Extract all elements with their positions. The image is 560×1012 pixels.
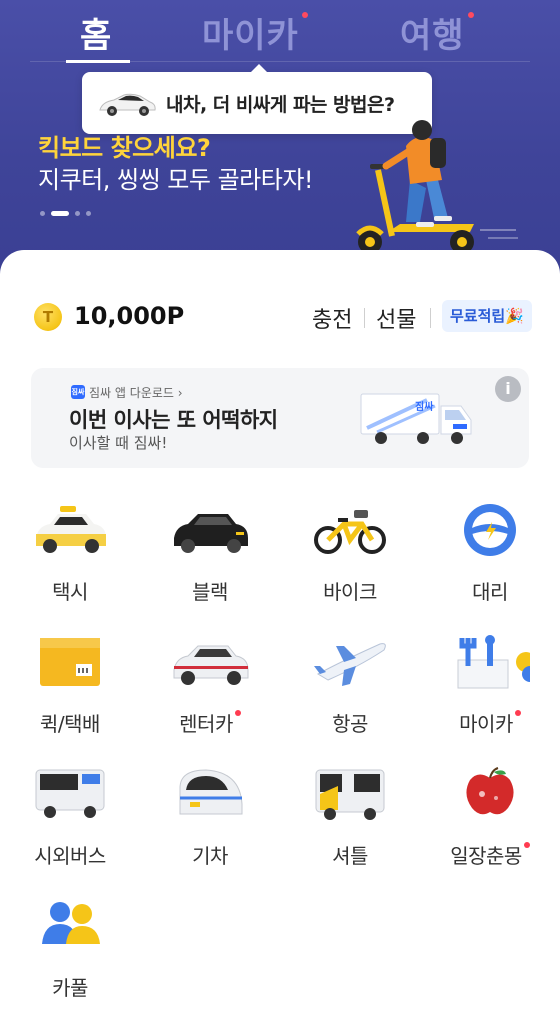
service-label: 대리 — [472, 580, 508, 604]
service-carpool[interactable]: 카풀 — [0, 896, 140, 1006]
tab-home[interactable]: 홈 — [80, 8, 112, 57]
tab-travel-label: 여행 — [400, 16, 465, 56]
tooltip-text: 내차, 더 비싸게 파는 방법은? — [166, 93, 395, 116]
points-balance[interactable]: 10,000P — [74, 302, 184, 330]
shuttle-icon — [315, 769, 385, 820]
pager-dot-active — [51, 211, 69, 216]
service-label: 항공 — [332, 712, 368, 736]
black-car-icon — [174, 514, 248, 553]
pager-dot — [86, 211, 91, 216]
service-label: 셔틀 — [332, 844, 368, 868]
top-tabs: 홈 마이카 여행 — [0, 0, 560, 63]
service-bike[interactable]: 바이크 — [280, 500, 420, 610]
airplane-icon — [314, 643, 386, 686]
ad-brand-link[interactable]: 짐싸 앱 다운로드 › — [89, 384, 183, 401]
truck-text: 짐싸 — [415, 400, 434, 413]
truck-icon: 짐싸 — [360, 393, 472, 444]
tab-travel[interactable]: 여행 — [400, 8, 474, 57]
service-label: 블랙 — [192, 580, 228, 604]
coin-letter: T — [42, 308, 54, 326]
ad-subtitle: 이사할 때 짐싸! — [69, 434, 168, 452]
promo-banner[interactable]: 홈 마이카 여행 내차, 더 비싸게 파는 방법은? 킥보드 찾으세요? 지쿠터… — [0, 0, 560, 290]
charge-button[interactable]: 충전 — [312, 302, 352, 334]
service-driver[interactable]: 대리 — [420, 500, 560, 610]
service-label: 택시 — [52, 580, 88, 604]
jimssa-logo-icon: 짐싸 — [71, 385, 85, 399]
service-label: 일장춘몽 — [420, 840, 560, 869]
new-badge — [514, 710, 521, 716]
banner-pager — [40, 211, 91, 216]
new-badge — [301, 12, 308, 18]
tab-mycar[interactable]: 마이카 — [202, 8, 308, 57]
train-icon — [179, 769, 243, 815]
tab-mycar-label: 마이카 — [202, 16, 299, 56]
pager-dot — [40, 211, 45, 216]
new-badge — [467, 12, 474, 18]
service-train[interactable]: 기차 — [140, 764, 280, 874]
divider — [430, 308, 431, 328]
points-row: T 10,000P 충전 선물 무료적립🎉 — [34, 300, 532, 334]
service-label: 바이크 — [323, 580, 377, 604]
ad-info-icon[interactable]: i — [495, 376, 521, 402]
service-label: 마이카 — [420, 708, 560, 737]
ad-banner[interactable]: 짐싸 짐싸 앱 다운로드 › 이번 이사는 또 어떡하지 이사할 때 짐싸! 짐… — [31, 368, 529, 468]
service-mycar[interactable]: 마이카 — [420, 632, 560, 742]
service-quick-delivery[interactable]: 퀵/택배 — [0, 632, 140, 742]
service-ilchang-chunmong[interactable]: 일장춘몽 — [420, 764, 560, 874]
bus-icon — [35, 769, 105, 818]
gift-button[interactable]: 선물 — [376, 302, 416, 334]
rental-car-icon — [173, 645, 249, 685]
new-badge — [523, 842, 530, 848]
service-shuttle[interactable]: 셔틀 — [280, 764, 420, 874]
service-intercity-bus[interactable]: 시외버스 — [0, 764, 140, 874]
taxi-icon — [36, 506, 106, 553]
carpool-icon — [42, 902, 100, 944]
service-label: 시외버스 — [34, 844, 106, 868]
apple-icon — [466, 767, 514, 815]
steering-wheel-icon — [464, 504, 516, 556]
service-taxi[interactable]: 택시 — [0, 500, 140, 610]
new-badge — [234, 710, 241, 716]
service-label: 기차 — [192, 844, 228, 868]
service-label: 카풀 — [52, 976, 88, 1000]
banner-title: 킥보드 찾으세요? — [38, 134, 211, 162]
divider — [364, 308, 365, 328]
ad-title: 이번 이사는 또 어떡하지 — [69, 408, 278, 432]
banner-subtitle: 지쿠터, 씽씽 모두 골라타자! — [38, 166, 314, 194]
main-sheet: T 10,000P 충전 선물 무료적립🎉 짐싸 짐싸 앱 다운로드 › 이번 … — [0, 250, 560, 1012]
service-label: 퀵/택배 — [40, 712, 100, 736]
service-label: 렌터카 — [140, 708, 280, 737]
service-flight[interactable]: 항공 — [280, 632, 420, 742]
scooter-rider-illustration — [356, 120, 518, 254]
service-black[interactable]: 블랙 — [140, 500, 280, 610]
box-icon — [40, 638, 100, 686]
t-coin-icon: T — [34, 303, 62, 331]
service-rental-car[interactable]: 렌터카 — [140, 632, 280, 742]
tools-icon — [457, 635, 530, 689]
pager-dot — [75, 211, 80, 216]
tab-home-label: 홈 — [80, 16, 113, 56]
free-points-button[interactable]: 무료적립🎉 — [442, 300, 532, 332]
bike-icon — [314, 510, 386, 554]
white-car-icon — [99, 93, 156, 116]
active-tab-indicator — [66, 60, 130, 63]
